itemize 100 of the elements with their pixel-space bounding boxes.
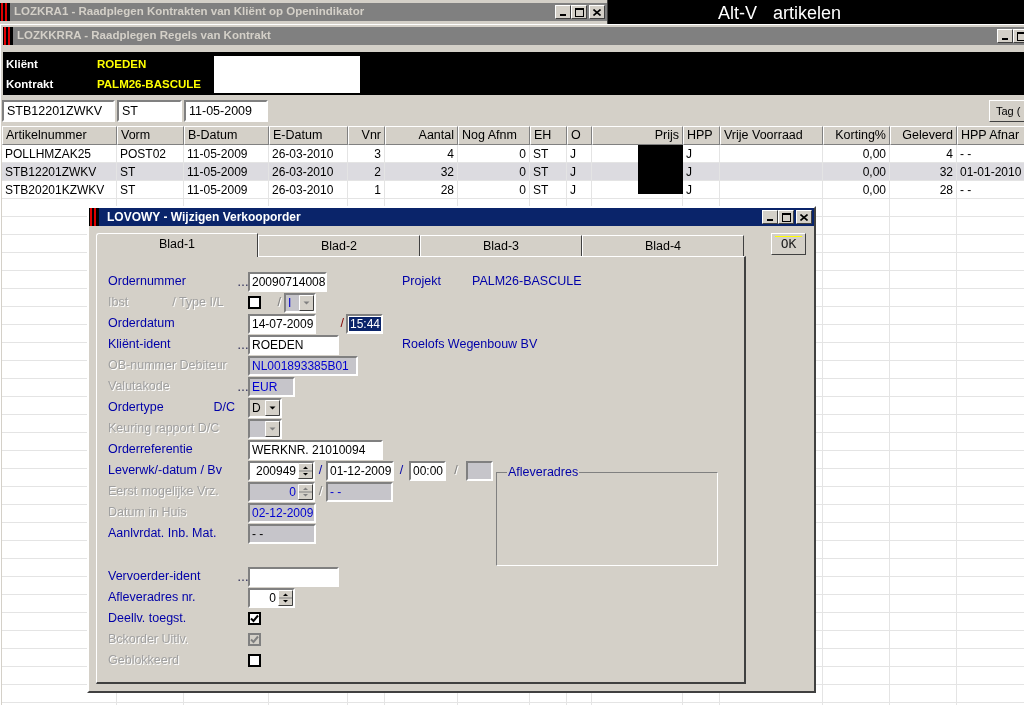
field-label: Projekt	[402, 273, 442, 291]
column-header[interactable]: Geleverd	[890, 126, 957, 145]
field-label: Leverwk/-datum / Bv	[108, 462, 222, 480]
stripes-icon	[3, 27, 13, 45]
table-row[interactable]: STB12201ZWKV ST 11-05-2009 26-03-2010 2 32 0 ST J J 0,00 32 01-01-2010	[2, 163, 1024, 181]
field-label: Orderdatum	[108, 315, 175, 333]
input-field: EUR	[248, 376, 295, 397]
up-down-arrows-icon	[298, 483, 313, 500]
ellipsis-button[interactable]: …	[237, 275, 249, 288]
table-row[interactable]: STB20201KZWKV ST 11-05-2009 26-03-2010 1 28 0 ST J J 0,00 28 - -	[2, 181, 1024, 199]
field-label: Vervoerder-ident	[108, 568, 201, 586]
field-label: Afleveradres nr.	[108, 589, 196, 607]
spin-field: 0	[248, 481, 315, 502]
input-field[interactable]: STB12201ZWKV	[2, 100, 115, 122]
window-title: LOZKRA1 - Raadplegen Kontrakten van Kliënt op Openindikator	[14, 4, 365, 20]
tab[interactable]: Blad-3	[420, 235, 582, 256]
column-header[interactable]: HPP Afnar	[957, 126, 1024, 145]
ok-button[interactable]: OK	[771, 233, 806, 255]
maximize-button[interactable]	[571, 5, 587, 19]
input-field[interactable]: WERKNR. 21010094	[248, 439, 383, 460]
column-header[interactable]: Vnr	[348, 126, 385, 145]
header-value: PALM26-BASCULE	[97, 77, 201, 93]
spin-field[interactable]: 200949	[248, 460, 315, 481]
header-label: Kontrakt	[6, 77, 55, 93]
column-header[interactable]: Vorm	[117, 126, 184, 145]
spin-field[interactable]: 0	[248, 587, 295, 608]
field-label: Ordertype	[108, 399, 164, 417]
minimize-button[interactable]	[555, 5, 571, 19]
field-label: Kliënt-ident	[108, 336, 171, 354]
input-field[interactable]: 14-07-2009	[248, 313, 316, 334]
field-label: D/C	[213, 399, 235, 417]
tab[interactable]: Blad-4	[582, 235, 744, 256]
window-title: LOVOWY - Wijzigen Verkooporder	[107, 209, 301, 226]
caret-down-icon	[265, 399, 280, 416]
field-label: Aanlvrdat. Inb. Mat.	[108, 525, 217, 543]
column-header[interactable]: EH	[530, 126, 567, 145]
input-field: - -	[248, 523, 316, 544]
minimize-icon	[767, 219, 773, 221]
maximize-icon	[1016, 31, 1024, 41]
ellipsis-button[interactable]: …	[237, 338, 249, 351]
slash-separator: /	[453, 462, 459, 480]
stripes-icon	[89, 208, 99, 226]
slash-separator: /	[317, 462, 324, 480]
column-header[interactable]: Korting%	[823, 126, 890, 145]
input-field[interactable]: 11-05-2009	[184, 100, 268, 122]
field-value: Roelofs Wegenbouw BV	[402, 336, 538, 354]
minimize-icon	[560, 14, 566, 16]
input-field[interactable]: 20090714008	[248, 271, 327, 292]
column-header[interactable]: Nog Afnm	[458, 126, 530, 145]
tag-button[interactable]: Tag (	[989, 100, 1024, 122]
slash-separator: /	[317, 483, 324, 501]
slash-separator: /	[276, 294, 282, 312]
input-field: 02-12-2009	[248, 502, 316, 523]
column-header[interactable]: HPP	[683, 126, 720, 145]
minimize-icon	[1002, 38, 1008, 40]
shortcut-label: artikelen	[773, 4, 842, 23]
input-field: - -	[326, 481, 393, 502]
input-field[interactable]: ST	[117, 100, 182, 122]
stripes-icon	[0, 3, 10, 21]
up-down-arrows-icon	[298, 462, 313, 479]
up-down-arrows-icon	[278, 589, 293, 606]
input-field[interactable]	[248, 566, 339, 587]
ellipsis-button[interactable]: …	[237, 570, 249, 583]
maximize-button[interactable]	[778, 210, 794, 224]
dropdown[interactable]: D	[248, 397, 282, 418]
field-label: Deellv. toegst.	[108, 610, 187, 628]
column-header[interactable]: O	[567, 126, 592, 145]
column-header[interactable]: Prijs	[592, 126, 683, 145]
close-icon	[593, 8, 601, 16]
column-header[interactable]: Aantal	[385, 126, 458, 145]
input-field: NL001893385B01	[248, 355, 358, 376]
close-icon	[800, 213, 808, 221]
column-header[interactable]: Artikelnummer	[2, 126, 117, 145]
close-button[interactable]	[796, 210, 812, 224]
field-label: Ordernummer	[108, 273, 186, 291]
caret-down-icon	[299, 294, 314, 311]
tab[interactable]: Blad-2	[258, 235, 420, 256]
input-field[interactable]: 00:00	[409, 460, 446, 481]
column-header[interactable]: B-Datum	[184, 126, 269, 145]
maximize-icon	[781, 212, 791, 222]
checkbox[interactable]	[248, 612, 261, 625]
tab[interactable]: Blad-1	[96, 233, 258, 257]
slash-separator: /	[398, 462, 405, 480]
window-title: LOZKKRRA - Raadplegen Regels van Kontrakt	[17, 28, 271, 44]
input-field[interactable]: ROEDEN	[248, 334, 339, 355]
input-field[interactable]: 01-12-2009	[326, 460, 394, 481]
dropdown: I	[284, 292, 316, 313]
minimize-button[interactable]	[997, 29, 1013, 43]
header-value: ROEDEN	[97, 57, 147, 73]
slash-separator: /	[339, 315, 345, 333]
table-row[interactable]: POLLHMZAK25 POST02 11-05-2009 26-03-2010 3 4 0 ST J J 0,00 4 - -	[2, 145, 1024, 163]
column-header[interactable]: E-Datum	[269, 126, 348, 145]
shortcut-key: Alt-V	[718, 4, 757, 23]
maximize-icon	[574, 7, 584, 17]
column-header[interactable]: Vrije Voorraad	[720, 126, 823, 145]
field-value: PALM26-BASCULE	[472, 273, 582, 291]
header-label: Kliënt	[6, 57, 39, 73]
minimize-button[interactable]	[762, 210, 778, 224]
close-button[interactable]	[589, 5, 605, 19]
input-field[interactable]: 15:44	[346, 313, 383, 334]
